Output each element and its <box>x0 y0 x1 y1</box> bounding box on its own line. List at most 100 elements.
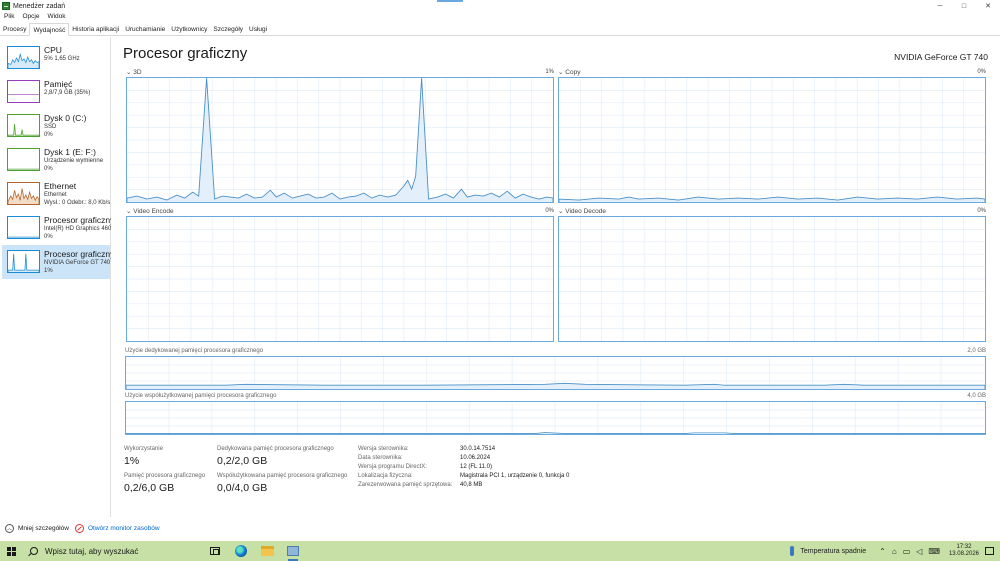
windows-logo-icon <box>6 546 16 556</box>
page-title: Procesor graficzny <box>123 45 248 62</box>
sidebar-item-usage: 0% <box>44 166 53 172</box>
engine-video-decode-value: 0% <box>977 208 986 214</box>
minimize-button[interactable]: ─ <box>928 0 952 12</box>
sidebar-item-detail: Urządzenie wymienne <box>44 158 104 164</box>
dedicated-memory-label: Użycie dedykowanej pamięci procesora gra… <box>125 348 264 354</box>
title-bar: Menedżer zadań ─ □ ✕ <box>0 0 1000 12</box>
tab-performance[interactable]: Wydajność <box>29 23 70 36</box>
sidebar-item-disk-0[interactable]: Dysk 0 (C:) SSD 0% <box>2 109 110 143</box>
sidebar-item-detail: 5% 1,65 GHz <box>44 56 80 62</box>
disk-graph-icon <box>7 114 40 137</box>
engine-name: 3D <box>133 69 142 76</box>
gpu-memory-value: 0,2/6,0 GB <box>124 482 175 494</box>
shared-memory-max: 4,0 GB <box>967 393 986 399</box>
disk-graph-icon <box>7 148 40 171</box>
sidebar-item-gpu-1[interactable]: Procesor graficzny 1 NVIDIA GeForce GT 7… <box>2 245 111 279</box>
sidebar-item-gpu-0[interactable]: Procesor graficzny 0 Intel(R) HD Graphic… <box>2 211 111 245</box>
sidebar-item-cpu[interactable]: CPU 5% 1,65 GHz <box>2 41 110 75</box>
sidebar-item-ethernet[interactable]: Ethernet Ethernet Wysł.: 0 Odebr.: 8,0 K… <box>2 177 110 211</box>
shared-memory-label: Użycie współużytkowanej pamięci procesor… <box>125 393 277 399</box>
monitor-icon[interactable]: ▭ <box>903 547 911 556</box>
menu-view[interactable]: Widok <box>43 12 69 22</box>
folder-icon <box>260 546 274 556</box>
gpu-memory-label: Pamięć procesora graficznego <box>124 473 206 479</box>
open-resource-monitor-link[interactable]: Otwórz monitor zasobów <box>75 524 160 533</box>
menu-file[interactable]: Plik <box>0 12 18 22</box>
shared-memory-graph <box>125 401 986 435</box>
task-view-button[interactable] <box>202 541 228 561</box>
physical-location-value: Magistrala PCI 1, urządzenie 0, funkcja … <box>460 473 570 479</box>
engine-3d-value: 1% <box>545 69 554 75</box>
sidebar-item-detail: Intel(R) HD Graphics 4600 <box>44 226 111 232</box>
taskbar-clock[interactable]: 17:32 13.08.2026 <box>949 544 979 558</box>
file-explorer-button[interactable] <box>254 541 280 561</box>
task-manager-taskbar-button[interactable] <box>280 541 306 561</box>
performance-sidebar: CPU 5% 1,65 GHz Pamięć 2,8/7,9 GB (35%) … <box>0 37 111 517</box>
fewer-details-label: Mniej szczegółów <box>18 525 69 532</box>
driver-version-value: 30.0.14.7514 <box>460 446 496 452</box>
system-tray: Temperatura spadnie ⌃ ⌂ ▭ ◁ ⌨ 17:32 13.0… <box>790 541 1000 561</box>
start-button[interactable] <box>0 541 22 561</box>
menu-bar: Plik Opcje Widok <box>0 12 70 22</box>
taskbar-search[interactable]: Wpisz tutaj, aby wyszukać <box>22 541 202 561</box>
sidebar-item-usage: 1% <box>44 268 53 274</box>
volume-icon[interactable]: ◁ <box>916 547 922 556</box>
sidebar-item-title: Ethernet <box>44 181 77 191</box>
tab-details[interactable]: Szczegóły <box>210 23 246 35</box>
driver-date-label: Data sterownika: <box>358 455 403 461</box>
utilization-label: Wykorzystanie <box>124 446 163 452</box>
tab-startup[interactable]: Uruchamianie <box>122 23 168 35</box>
memory-graph-icon <box>7 80 40 103</box>
network-icon[interactable]: ⌂ <box>892 547 897 556</box>
search-icon <box>30 547 38 555</box>
physical-location-label: Lokalizacja fizyczna: <box>358 473 413 479</box>
engine-copy-label[interactable]: ⌄ Copy <box>558 68 580 76</box>
tab-users[interactable]: Użytkownicy <box>168 23 210 35</box>
cpu-graph-icon <box>7 46 40 69</box>
sidebar-item-detail: 2,8/7,9 GB (35%) <box>44 90 91 96</box>
title-accent-bar <box>437 0 463 2</box>
close-button[interactable]: ✕ <box>976 0 1000 12</box>
gpu-graph-icon <box>7 216 40 239</box>
tab-processes[interactable]: Procesy <box>0 23 29 35</box>
shared-gpu-memory-label: Współużytkowana pamięć procesora graficz… <box>217 473 348 479</box>
chevron-up-icon: ︿ <box>5 524 14 533</box>
sidebar-item-title: CPU <box>44 45 62 55</box>
search-placeholder: Wpisz tutaj, aby wyszukać <box>45 546 139 556</box>
notification-icon[interactable] <box>985 547 994 555</box>
tab-bar: Procesy Wydajność Historia aplikacji Uru… <box>0 23 1000 36</box>
dedicated-gpu-memory-value: 0,2/2,0 GB <box>217 455 268 467</box>
menu-options[interactable]: Opcje <box>18 12 43 22</box>
sidebar-item-disk-1[interactable]: Dysk 1 (E: F:) Urządzenie wymienne 0% <box>2 143 110 177</box>
engine-name: Copy <box>565 69 581 76</box>
tab-services[interactable]: Usługi <box>246 23 270 35</box>
engine-copy-value: 0% <box>977 69 986 75</box>
sidebar-item-title: Dysk 0 (C:) <box>44 113 87 123</box>
weather-widget[interactable]: Temperatura spadnie <box>800 548 866 555</box>
utilization-value: 1% <box>124 455 140 467</box>
directx-version-label: Wersja programu DirectX: <box>358 464 427 470</box>
engine-3d-label[interactable]: ⌄ 3D <box>126 68 142 76</box>
sidebar-item-detail: NVIDIA GeForce GT 740 <box>44 260 111 266</box>
clock-time: 17:32 <box>956 544 972 550</box>
engine-video-encode-label[interactable]: ⌄ Video Encode <box>126 207 174 215</box>
edge-button[interactable] <box>228 541 254 561</box>
gpu-performance-panel: Procesor graficzny NVIDIA GeForce GT 740… <box>112 37 1000 517</box>
tab-app-history[interactable]: Historia aplikacji <box>69 23 122 35</box>
engine-name: Video Decode <box>565 208 606 215</box>
task-view-icon <box>210 547 220 555</box>
task-manager-icon <box>287 546 299 556</box>
maximize-button[interactable]: □ <box>952 0 976 12</box>
sidebar-item-title: Procesor graficzny 0 <box>44 215 111 225</box>
chevron-up-icon[interactable]: ⌃ <box>879 547 886 556</box>
resource-monitor-icon <box>75 524 84 533</box>
clock-date: 13.08.2026 <box>948 551 979 557</box>
fewer-details-button[interactable]: ︿ Mniej szczegółów <box>5 524 69 533</box>
engine-video-decode-label[interactable]: ⌄ Video Decode <box>558 207 606 215</box>
language-icon[interactable]: ⌨ <box>928 547 940 556</box>
sidebar-item-memory[interactable]: Pamięć 2,8/7,9 GB (35%) <box>2 75 110 109</box>
open-resource-monitor-label: Otwórz monitor zasobów <box>88 525 160 532</box>
thermometer-icon <box>790 546 795 556</box>
sidebar-item-detail: Ethernet <box>44 192 67 198</box>
dedicated-memory-max: 2,0 GB <box>967 348 986 354</box>
